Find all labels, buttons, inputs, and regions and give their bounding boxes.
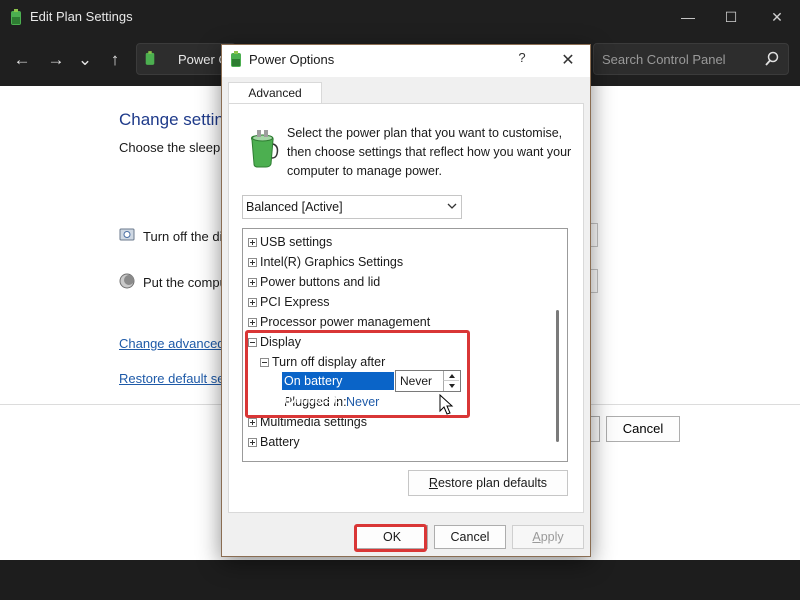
background-cancel-button[interactable]: Cancel [606, 416, 680, 442]
tree-item-power-buttons[interactable]: Power buttons and lid [260, 273, 380, 291]
search-icon[interactable] [764, 51, 780, 67]
page-title: Change setting [119, 110, 234, 129]
moon-icon [119, 273, 135, 289]
restore-plan-defaults-button[interactable]: Restore plan defaults [408, 470, 568, 496]
sleep-setting-label: Put the comput [143, 275, 231, 290]
change-advanced-link[interactable]: Change advanced p [119, 336, 235, 351]
tree-item-processor-power[interactable]: Processor power management [260, 313, 430, 331]
minimize-button[interactable]: — [674, 6, 702, 28]
tree-item-battery[interactable]: Battery [260, 433, 300, 451]
tree-scrollbar-thumb[interactable] [556, 310, 559, 442]
close-window-button[interactable]: ✕ [763, 6, 791, 28]
help-button[interactable]: ? [510, 50, 534, 70]
expand-icon[interactable] [248, 258, 257, 267]
clock-icon [119, 228, 135, 241]
expand-icon[interactable] [248, 238, 257, 247]
tree-item-pci-express[interactable]: PCI Express [260, 293, 329, 311]
restore-default-link[interactable]: Restore default setti [119, 371, 235, 386]
tab-advanced-settings[interactable]: Advanced settings [228, 82, 322, 121]
power-plan-dropdown[interactable]: Balanced [Active] [242, 195, 462, 219]
expand-icon[interactable] [248, 438, 257, 447]
display-setting-label: Turn off the dis [143, 229, 229, 244]
dialog-close-button[interactable]: ✕ [556, 50, 580, 70]
background-bottom-strip [0, 560, 800, 600]
search-placeholder: Search Control Panel [602, 52, 726, 67]
dialog-description: Select the power plan that you want to c… [287, 126, 572, 178]
page-subtitle: Choose the sleep ar [119, 140, 236, 155]
mouse-cursor-icon [439, 394, 454, 415]
forward-button[interactable]: → [44, 48, 68, 72]
ok-highlight-annotation [354, 524, 427, 552]
apply-button: Apply [512, 525, 584, 549]
expand-icon[interactable] [248, 318, 257, 327]
dialog-title: Power Options [249, 52, 335, 67]
expand-icon[interactable] [248, 298, 257, 307]
display-highlight-annotation [245, 330, 470, 418]
expand-icon[interactable] [248, 418, 257, 427]
tree-item-intel-graphics[interactable]: Intel(R) Graphics Settings [260, 253, 403, 271]
back-button[interactable]: ← [10, 48, 34, 72]
battery-plug-icon [11, 9, 21, 25]
tree-scrollbar[interactable] [552, 229, 566, 461]
background-window-title: Edit Plan Settings [30, 9, 133, 24]
maximize-button[interactable]: ☐ [717, 6, 745, 28]
battery-plug-icon [251, 130, 279, 168]
cancel-button[interactable]: Cancel [434, 525, 506, 549]
battery-plug-icon [145, 51, 155, 65]
up-button[interactable]: ↑ [103, 48, 127, 72]
expand-icon[interactable] [248, 278, 257, 287]
tree-item-usb-settings[interactable]: USB settings [260, 233, 332, 251]
recent-locations-button[interactable]: ⌄ [73, 48, 97, 72]
chevron-down-icon[interactable] [445, 199, 459, 213]
battery-plug-icon [231, 51, 241, 67]
